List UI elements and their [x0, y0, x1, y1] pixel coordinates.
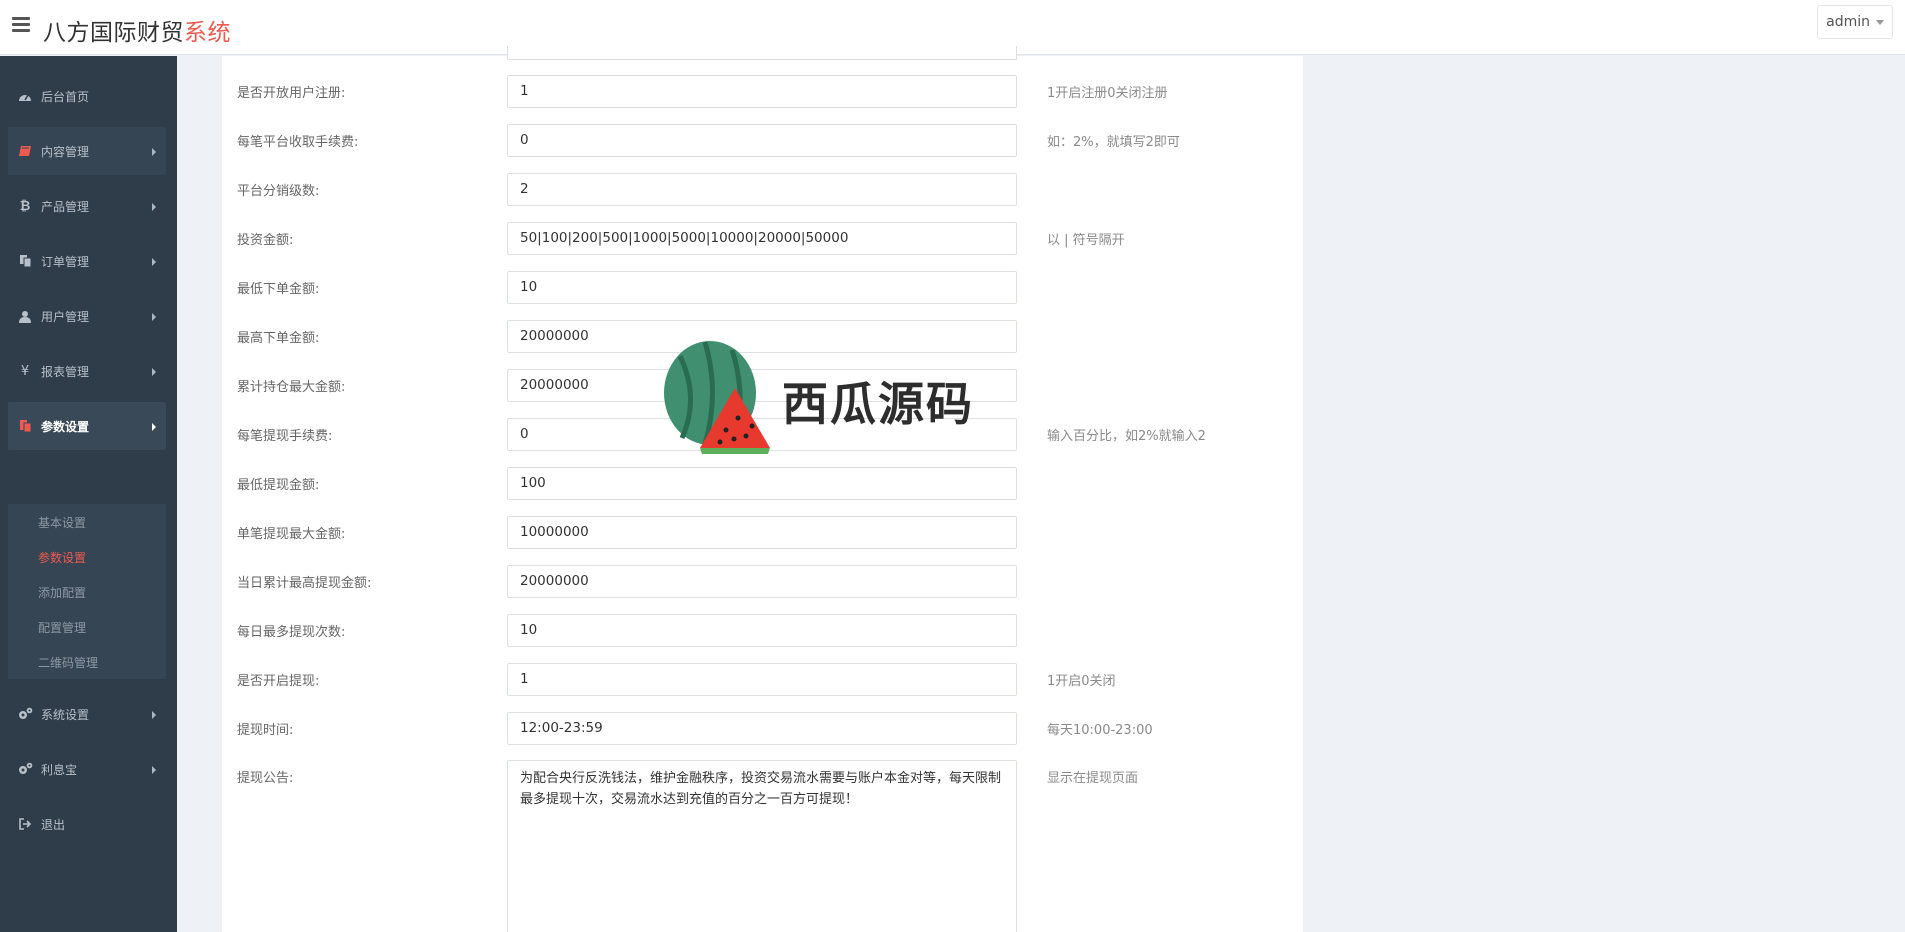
field-label: 每笔平台收取手续费:	[237, 135, 359, 150]
sidebar-item-dashboard[interactable]: 后台首页	[8, 72, 166, 120]
user-name: admin	[1826, 14, 1870, 30]
field-label: 单笔提现最大金额:	[237, 527, 346, 542]
submenu-item-params[interactable]: 参数设置	[38, 549, 86, 566]
chevron-right-icon	[152, 258, 156, 266]
chevron-right-icon	[152, 148, 156, 156]
chevron-right-icon	[152, 766, 156, 774]
brand-main: 八方国际财贸	[43, 20, 184, 46]
field-label: 最高下单金额:	[237, 331, 320, 346]
sidebar-item-label: 利息宝	[41, 762, 78, 777]
chevron-right-icon	[152, 423, 156, 431]
field-label: 投资金额:	[237, 233, 294, 248]
field-label: 最低提现金额:	[237, 478, 320, 493]
yen-icon: ¥	[20, 363, 30, 379]
sidebar-item-system[interactable]: 系统设置	[8, 690, 166, 738]
field-label: 最低下单金额:	[237, 282, 320, 297]
field-label: 是否开放用户注册:	[237, 86, 346, 101]
book-icon	[17, 143, 33, 159]
sidebar-item-label: 参数设置	[41, 419, 90, 434]
field-input[interactable]: 0	[507, 124, 1017, 157]
sidebar: 后台首页 内容管理 ₿ 产品管理 订单管理 用户管理 ¥ 报表管理 参数设置 基…	[0, 56, 177, 932]
gears-icon	[17, 706, 33, 722]
sidebar-item-label: 报表管理	[41, 364, 90, 379]
field-label: 当日累计最高提现金额:	[237, 576, 372, 591]
sidebar-item-label: 退出	[41, 817, 66, 832]
withdraw-notice-textarea[interactable]: 为配合央行反洗钱法，维护金融秩序，投资交易流水需要与账户本金对等，每天限制最多提…	[507, 760, 1017, 932]
sidebar-item-reports[interactable]: ¥ 报表管理	[8, 347, 166, 395]
sidebar-item-label: 系统设置	[41, 707, 90, 722]
field-input[interactable]: 10	[507, 614, 1017, 647]
sidebar-item-products[interactable]: ₿ 产品管理	[8, 182, 166, 230]
sidebar-item-label: 内容管理	[41, 144, 90, 159]
user-menu-button[interactable]: admin	[1817, 5, 1893, 39]
bitcoin-icon: ₿	[19, 199, 31, 214]
field-input[interactable]: 20000000	[507, 320, 1017, 353]
field-hint: 1开启注册0关闭注册	[1047, 86, 1168, 101]
dashboard-icon	[17, 88, 33, 104]
field-label: 是否开启提现:	[237, 674, 320, 689]
gears-icon	[17, 761, 33, 777]
chevron-right-icon	[152, 711, 156, 719]
previous-field-stub	[507, 46, 1017, 60]
field-hint: 以 | 符号隔开	[1047, 233, 1125, 248]
field-input[interactable]: 20000000	[507, 369, 1017, 402]
field-input[interactable]: 1	[507, 663, 1017, 696]
chevron-right-icon	[152, 313, 156, 321]
sidebar-item-label: 订单管理	[41, 254, 90, 269]
sidebar-item-content[interactable]: 内容管理	[8, 127, 166, 175]
field-hint: 每天10:00-23:00	[1047, 723, 1153, 738]
params-submenu: 基本设置 参数设置 添加配置 配置管理 二维码管理	[8, 504, 166, 679]
field-hint: 输入百分比，如2%就输入2	[1047, 429, 1206, 444]
brand-accent: 系统	[184, 20, 231, 46]
submenu-item-add-config[interactable]: 添加配置	[38, 584, 86, 601]
sidebar-item-users[interactable]: 用户管理	[8, 292, 166, 340]
sidebar-item-params[interactable]: 参数设置	[8, 402, 166, 450]
field-input[interactable]: 0	[507, 418, 1017, 451]
field-label: 每笔提现手续费:	[237, 429, 333, 444]
field-input[interactable]: 12:00-23:59	[507, 712, 1017, 745]
field-label: 累计持仓最大金额:	[237, 380, 346, 395]
submenu-item-basic[interactable]: 基本设置	[38, 514, 86, 531]
chevron-right-icon	[152, 203, 156, 211]
field-label: 每日最多提现次数:	[237, 625, 346, 640]
sidebar-item-label: 后台首页	[41, 89, 90, 104]
field-input[interactable]: 10	[507, 271, 1017, 304]
field-label: 提现公告:	[237, 771, 294, 786]
field-label: 平台分销级数:	[237, 184, 320, 199]
field-input[interactable]: 100	[507, 467, 1017, 500]
field-input[interactable]: 2	[507, 173, 1017, 206]
field-label: 提现时间:	[237, 723, 294, 738]
sidebar-item-orders[interactable]: 订单管理	[8, 237, 166, 285]
sidebar-item-label: 用户管理	[41, 309, 90, 324]
chevron-right-icon	[152, 368, 156, 376]
files-icon	[17, 418, 33, 434]
menu-toggle-icon[interactable]	[12, 17, 30, 33]
sidebar-item-logout[interactable]: 退出	[8, 800, 166, 848]
copy-icon	[17, 253, 33, 269]
field-input[interactable]: 50|100|200|500|1000|5000|10000|20000|500…	[507, 222, 1017, 255]
submenu-item-qrcode[interactable]: 二维码管理	[38, 654, 98, 671]
settings-form-panel: 是否开放用户注册: 1 1开启注册0关闭注册每笔平台收取手续费: 0 如：2%，就填写2…	[222, 46, 1303, 932]
app-title: 八方国际财贸系统	[43, 13, 231, 47]
field-hint: 显示在提现页面	[1047, 771, 1139, 786]
sidebar-item-label: 产品管理	[41, 199, 90, 214]
sign-out-icon	[17, 816, 33, 832]
field-input[interactable]: 20000000	[507, 565, 1017, 598]
sidebar-item-interest[interactable]: 利息宝	[8, 745, 166, 793]
submenu-item-config-manage[interactable]: 配置管理	[38, 619, 86, 636]
caret-down-icon	[1876, 19, 1884, 25]
field-input[interactable]: 1	[507, 75, 1017, 108]
field-hint: 1开启0关闭	[1047, 674, 1116, 689]
user-icon	[17, 308, 33, 324]
field-input[interactable]: 10000000	[507, 516, 1017, 549]
field-hint: 如：2%，就填写2即可	[1047, 135, 1180, 150]
